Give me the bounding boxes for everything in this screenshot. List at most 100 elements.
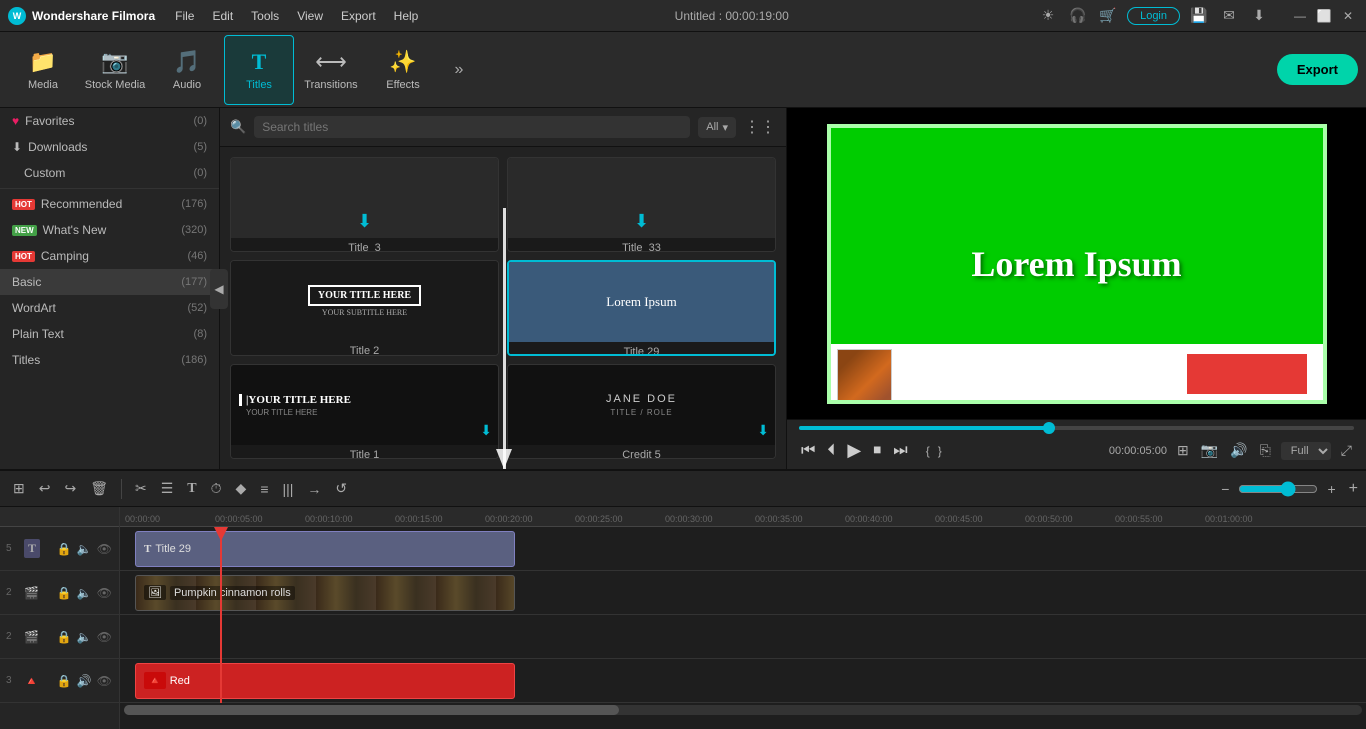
title-card-title1[interactable]: |YOUR TITLE HERE YOUR TITLE HERE ⬇ Title…	[230, 364, 499, 459]
track3-sound-button[interactable]: 🔊	[76, 673, 93, 689]
clip-pumpkin[interactable]: 🖼 Pumpkin cinnamon rolls	[135, 575, 515, 611]
download-icon[interactable]: ⬇	[1248, 5, 1270, 27]
hot-badge: HOT	[12, 199, 35, 210]
timeline-audio-button[interactable]: ≡	[255, 478, 273, 500]
search-input[interactable]	[254, 116, 690, 138]
menu-export[interactable]: Export	[333, 7, 384, 25]
nav-recommended[interactable]: HOT Recommended (176)	[0, 191, 219, 217]
timeline-snap-button[interactable]: ⊞	[8, 477, 30, 500]
timeline-undo-button[interactable]: ↩	[34, 477, 56, 500]
save-icon[interactable]: 💾	[1188, 5, 1210, 27]
track-label-2a: 2 🎬 🔒 🔈 👁	[0, 571, 119, 615]
layout-icon-button[interactable]: ⊞	[1175, 440, 1191, 461]
menu-tools[interactable]: Tools	[243, 7, 287, 25]
nav-favorites[interactable]: ♥ Favorites (0)	[0, 108, 219, 134]
pip-button[interactable]: ⎘	[1258, 440, 1273, 461]
timeline-speed-button[interactable]: ⏱	[206, 477, 227, 500]
menu-help[interactable]: Help	[386, 7, 427, 25]
toolbar-expand-icon[interactable]: »	[444, 55, 474, 85]
step-back-button[interactable]: ⏴	[825, 440, 837, 462]
zoom-add-button[interactable]: +	[1349, 480, 1358, 498]
track2b-lock-button[interactable]: 🔒	[56, 629, 73, 645]
panel-collapse-button[interactable]: ◀	[210, 269, 228, 309]
zoom-in-button[interactable]: +	[1322, 478, 1340, 500]
quality-select[interactable]: Full 1/2 1/4	[1281, 442, 1331, 460]
track2a-lock-button[interactable]: 🔒	[56, 585, 73, 601]
title-card-title33[interactable]: ⬇ Title_33	[507, 157, 776, 252]
timeline-redo-button[interactable]: ↪	[59, 477, 81, 500]
timeline-crop-button[interactable]: ☰	[156, 477, 179, 500]
timeline-color-button[interactable]: ◆	[231, 477, 252, 500]
nav-whats-new[interactable]: NEW What's New (320)	[0, 217, 219, 243]
nav-wordart[interactable]: WordArt (52)	[0, 295, 219, 321]
headphone-icon[interactable]: 🎧	[1067, 5, 1089, 27]
track-row-2a: 🖼 Pumpkin cinnamon rolls	[120, 571, 1366, 615]
snapshot-button[interactable]: 📷	[1199, 440, 1220, 461]
login-button[interactable]: Login	[1127, 7, 1180, 25]
timeline-keyframe-button[interactable]: |||	[278, 478, 299, 500]
track5-audio-button[interactable]: 🔈	[76, 541, 93, 557]
close-button[interactable]: ✕	[1338, 6, 1358, 26]
nav-custom[interactable]: Custom (0)	[0, 160, 219, 186]
toolbar-stock-media[interactable]: 📷 Stock Media	[80, 35, 150, 105]
nav-downloads[interactable]: ⬇ Downloads (5)	[0, 134, 219, 160]
title29-preview: Lorem Ipsum	[509, 262, 774, 342]
fullscreen-button[interactable]: ⤢	[1339, 440, 1354, 461]
mail-icon[interactable]: ✉	[1218, 5, 1240, 27]
timeline-scrubber[interactable]	[799, 426, 1354, 430]
track2a-visibility-button[interactable]: 👁	[96, 585, 113, 601]
cart-icon[interactable]: 🛒	[1097, 5, 1119, 27]
menu-edit[interactable]: Edit	[204, 7, 241, 25]
title-card-title29[interactable]: Lorem Ipsum Title 29	[507, 260, 776, 357]
timeline-text-button[interactable]: T	[182, 478, 201, 500]
timeline-motion-button[interactable]: →	[302, 478, 326, 500]
scrubber-progress	[799, 426, 1049, 430]
track2a-audio-button[interactable]: 🔈	[76, 585, 93, 601]
zoom-out-button[interactable]: −	[1216, 478, 1234, 500]
title-card-credit5[interactable]: JANE DOE TITLE / ROLE ⬇ Credit 5	[507, 364, 776, 459]
track2b-audio-button[interactable]: 🔈	[76, 629, 93, 645]
zoom-slider[interactable]	[1238, 481, 1318, 497]
track5-visibility-button[interactable]: 👁	[96, 541, 113, 557]
timeline-ai-button[interactable]: ↺	[330, 477, 352, 500]
skip-back-button[interactable]: ⏮	[799, 440, 817, 462]
stop-button[interactable]: ⏹	[871, 440, 883, 462]
nav-basic[interactable]: Basic (177)	[0, 269, 219, 295]
clip-title29[interactable]: T Title 29	[135, 531, 515, 567]
nav-camping[interactable]: HOT Camping (46)	[0, 243, 219, 269]
menu-file[interactable]: File	[167, 7, 202, 25]
nav-titles-sub[interactable]: Titles (186)	[0, 347, 219, 373]
scrubber-thumb[interactable]	[1043, 422, 1055, 434]
timeline-delete-button[interactable]: 🗑	[85, 477, 113, 500]
tl-separator-1	[121, 479, 122, 499]
maximize-button[interactable]: ⬜	[1314, 6, 1334, 26]
toolbar-titles[interactable]: T Titles	[224, 35, 294, 105]
export-button[interactable]: Export	[1277, 54, 1358, 85]
title-card-title2[interactable]: YOUR TITLE HERE YOUR SUBTITLE HERE Title…	[230, 260, 499, 357]
track5-lock-button[interactable]: 🔒	[56, 541, 73, 557]
toolbar-transitions[interactable]: ⟷ Transitions	[296, 35, 366, 105]
media-icon: 📁	[29, 49, 56, 75]
track3-visibility-button[interactable]: 👁	[96, 673, 113, 689]
track3-lock-button[interactable]: 🔒	[56, 673, 73, 689]
menu-view[interactable]: View	[289, 7, 331, 25]
grid-view-icon[interactable]: ⋮⋮	[744, 117, 776, 137]
track2b-visibility-button[interactable]: 👁	[96, 629, 113, 645]
play-button[interactable]: ▶	[845, 438, 863, 463]
ruler-mark-35: 00:00:35:00	[755, 514, 803, 524]
playback-controls: ⏮ ⏴ ▶ ⏹ ⏭ { } 00:00:05:00 ⊞ 📷 🔊 ⎘ Full 1…	[787, 419, 1366, 469]
toolbar-audio[interactable]: 🎵 Audio	[152, 35, 222, 105]
clip-red[interactable]: 🔺 Red	[135, 663, 515, 699]
filter-button[interactable]: All ▾	[698, 117, 736, 138]
track-num-5: 5	[6, 543, 20, 554]
timeline-scrollbar[interactable]	[124, 705, 1362, 715]
minimize-button[interactable]: —	[1290, 6, 1310, 26]
toolbar-effects[interactable]: ✨ Effects	[368, 35, 438, 105]
skip-forward-button[interactable]: ⏭	[891, 440, 909, 462]
title-card-title3[interactable]: ⬇ Title_3	[230, 157, 499, 252]
toolbar-media[interactable]: 📁 Media	[8, 35, 78, 105]
timeline-cut-button[interactable]: ✂	[130, 477, 152, 500]
sun-icon[interactable]: ☀	[1037, 5, 1059, 27]
nav-plain-text[interactable]: Plain Text (8)	[0, 321, 219, 347]
volume-button[interactable]: 🔊	[1228, 440, 1249, 461]
